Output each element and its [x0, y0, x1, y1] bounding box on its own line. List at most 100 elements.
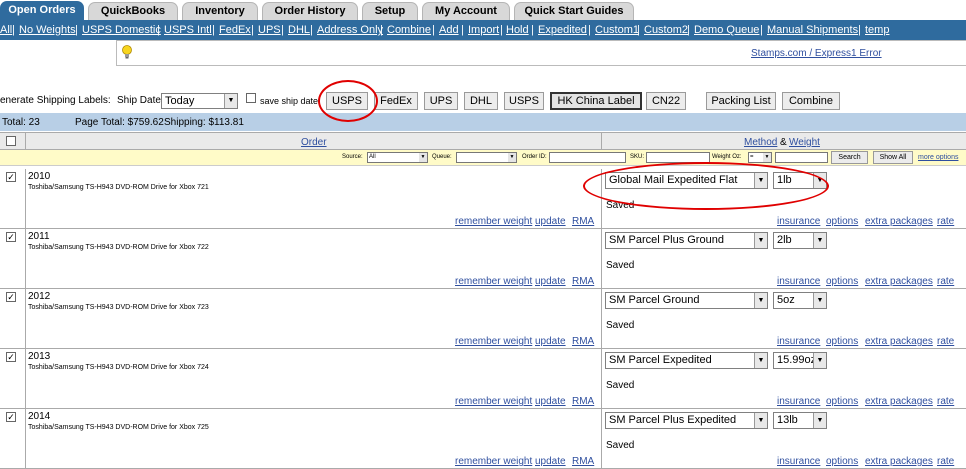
- weight-operator-select[interactable]: = ▼: [748, 152, 772, 163]
- update-link[interactable]: update: [535, 276, 566, 287]
- hk-china-label-button[interactable]: HK China Label: [550, 92, 642, 110]
- filter-import[interactable]: Import: [468, 24, 499, 36]
- remember-weight-link[interactable]: remember weight: [455, 456, 532, 467]
- shipping-method-select[interactable]: SM Parcel Ground ▼: [605, 292, 768, 309]
- rma-link[interactable]: RMA: [572, 396, 594, 407]
- filter-usps-intl[interactable]: USPS Intl: [164, 24, 212, 36]
- stamps-error-link[interactable]: Stamps.com / Express1 Error: [751, 48, 882, 59]
- filter-ups[interactable]: UPS: [258, 24, 281, 36]
- filter-fedex[interactable]: FedEx: [219, 24, 251, 36]
- select-all-checkbox[interactable]: [6, 136, 16, 146]
- options-link[interactable]: options: [826, 336, 858, 347]
- combine-button[interactable]: Combine: [782, 92, 840, 110]
- options-link[interactable]: options: [826, 276, 858, 287]
- separator: |: [310, 24, 313, 36]
- save-ship-date-checkbox[interactable]: [246, 93, 256, 103]
- chevron-down-icon: ▼: [508, 153, 516, 162]
- source-select[interactable]: All ▼: [367, 152, 428, 163]
- filter-demo-queue[interactable]: Demo Queue: [694, 24, 759, 36]
- tab-my-account[interactable]: My Account: [422, 2, 510, 20]
- update-link[interactable]: update: [535, 336, 566, 347]
- options-link[interactable]: options: [826, 216, 858, 227]
- insurance-link[interactable]: insurance: [777, 276, 820, 287]
- ups-button[interactable]: UPS: [424, 92, 458, 110]
- weight-oz-input[interactable]: [775, 152, 828, 163]
- rate-link[interactable]: rate: [937, 216, 954, 227]
- filter-no-weights[interactable]: No Weights: [19, 24, 76, 36]
- remember-weight-link[interactable]: remember weight: [455, 396, 532, 407]
- shipping-method-select[interactable]: SM Parcel Plus Ground ▼: [605, 232, 768, 249]
- tab-open-orders[interactable]: Open Orders: [0, 1, 84, 20]
- rate-link[interactable]: rate: [937, 276, 954, 287]
- filter-manual-shipments[interactable]: Manual Shipments: [767, 24, 858, 36]
- remember-weight-link[interactable]: remember weight: [455, 336, 532, 347]
- tab-quick-start-guides[interactable]: Quick Start Guides: [514, 2, 634, 20]
- show-all-button[interactable]: Show All: [873, 151, 913, 164]
- packing-list-button[interactable]: Packing List: [706, 92, 776, 110]
- filter-address-only[interactable]: Address Only: [317, 24, 383, 36]
- order-description: Toshiba/Samsung TS-H943 DVD-ROM Drive fo…: [28, 424, 209, 431]
- tab-inventory[interactable]: Inventory: [182, 2, 258, 20]
- method-column-header[interactable]: Method: [744, 137, 777, 148]
- options-link[interactable]: options: [826, 396, 858, 407]
- order-checkbox[interactable]: ✓: [6, 352, 16, 362]
- extra-packages-link[interactable]: extra packages: [865, 336, 933, 347]
- order-column-header[interactable]: Order: [301, 137, 327, 148]
- filter-all[interactable]: All: [0, 24, 12, 36]
- weight-column-header[interactable]: Weight: [789, 137, 820, 148]
- remember-weight-link[interactable]: remember weight: [455, 216, 532, 227]
- order-checkbox[interactable]: ✓: [6, 412, 16, 422]
- rate-link[interactable]: rate: [937, 456, 954, 467]
- extra-packages-link[interactable]: extra packages: [865, 216, 933, 227]
- cn22-button[interactable]: CN22: [646, 92, 686, 110]
- weight-select[interactable]: 5oz ▼: [773, 292, 827, 309]
- fedex-button[interactable]: FedEx: [374, 92, 418, 110]
- search-button[interactable]: Search: [831, 151, 868, 164]
- order-checkbox[interactable]: ✓: [6, 232, 16, 242]
- more-options-link[interactable]: more options: [918, 154, 958, 161]
- filter-add[interactable]: Add: [439, 24, 459, 36]
- filter-combine[interactable]: Combine: [387, 24, 431, 36]
- rma-link[interactable]: RMA: [572, 216, 594, 227]
- filter-usps-domestic[interactable]: USPS Domestic: [82, 24, 161, 36]
- shipping-method-select[interactable]: SM Parcel Expedited ▼: [605, 352, 768, 369]
- weight-select[interactable]: 15.99oz ▼: [773, 352, 827, 369]
- extra-packages-link[interactable]: extra packages: [865, 276, 933, 287]
- tab-order-history[interactable]: Order History: [262, 2, 358, 20]
- filter-hold[interactable]: Hold: [506, 24, 529, 36]
- shipping-method-select[interactable]: SM Parcel Plus Expedited ▼: [605, 412, 768, 429]
- rate-link[interactable]: rate: [937, 396, 954, 407]
- dhl-button[interactable]: DHL: [464, 92, 498, 110]
- update-link[interactable]: update: [535, 456, 566, 467]
- rate-link[interactable]: rate: [937, 336, 954, 347]
- weight-select[interactable]: 2lb ▼: [773, 232, 827, 249]
- rma-link[interactable]: RMA: [572, 456, 594, 467]
- usps-button-2[interactable]: USPS: [504, 92, 544, 110]
- filter-temp[interactable]: temp: [865, 24, 889, 36]
- extra-packages-link[interactable]: extra packages: [865, 456, 933, 467]
- extra-packages-link[interactable]: extra packages: [865, 396, 933, 407]
- tab-quickbooks[interactable]: QuickBooks: [88, 2, 178, 20]
- order-id-input[interactable]: [549, 152, 626, 163]
- insurance-link[interactable]: insurance: [777, 396, 820, 407]
- rma-link[interactable]: RMA: [572, 276, 594, 287]
- queue-select[interactable]: ▼: [456, 152, 517, 163]
- insurance-link[interactable]: insurance: [777, 456, 820, 467]
- filter-custom1[interactable]: Custom1: [595, 24, 639, 36]
- update-link[interactable]: update: [535, 396, 566, 407]
- saved-status: Saved: [606, 260, 635, 271]
- filter-dhl[interactable]: DHL: [288, 24, 310, 36]
- rma-link[interactable]: RMA: [572, 336, 594, 347]
- remember-weight-link[interactable]: remember weight: [455, 276, 532, 287]
- order-checkbox[interactable]: ✓: [6, 292, 16, 302]
- order-checkbox[interactable]: ✓: [6, 172, 16, 182]
- tab-setup[interactable]: Setup: [362, 2, 418, 20]
- ship-date-select[interactable]: Today ▼: [161, 93, 238, 109]
- insurance-link[interactable]: insurance: [777, 336, 820, 347]
- update-link[interactable]: update: [535, 216, 566, 227]
- filter-custom2[interactable]: Custom2: [644, 24, 688, 36]
- filter-expedited[interactable]: Expedited: [538, 24, 587, 36]
- options-link[interactable]: options: [826, 456, 858, 467]
- weight-select[interactable]: 13lb ▼: [773, 412, 827, 429]
- insurance-link[interactable]: insurance: [777, 216, 820, 227]
